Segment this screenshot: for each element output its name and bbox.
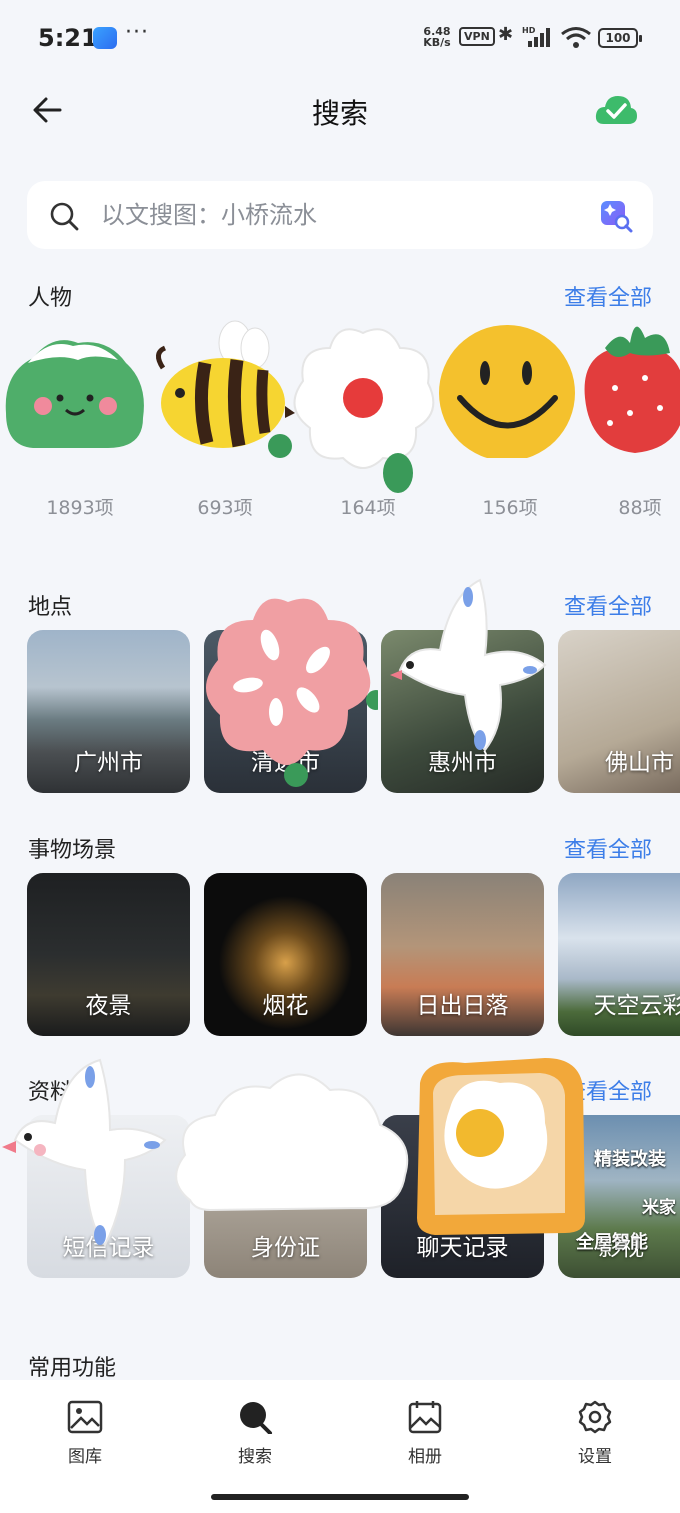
scenes-row: 夜景 烟花 日出日落 天空云彩 — [27, 873, 680, 1036]
document-label: 影视 — [598, 1235, 644, 1261]
scene-card[interactable]: 夜景 — [27, 873, 190, 1036]
common-section-title: 常用功能 — [28, 1356, 117, 1381]
person-item[interactable]: 693项 — [155, 318, 295, 519]
tab-gallery[interactable]: 图库 — [45, 1400, 125, 1467]
vpn-badge: VPN — [459, 27, 495, 46]
person-item[interactable]: 156项 — [439, 318, 580, 519]
cell-signal-icon: HD — [522, 26, 550, 47]
scene-label: 烟花 — [262, 993, 309, 1019]
person-count: 88项 — [618, 497, 662, 519]
scene-card[interactable]: 日出日落 — [381, 873, 544, 1036]
place-card[interactable]: 广州市 — [27, 630, 190, 793]
gear-icon — [578, 1400, 612, 1434]
place-card[interactable]: 惠州市 — [381, 630, 544, 793]
scenes-section-title: 事物场景 — [28, 838, 117, 863]
places-row: 广州市 清远市 惠州市 佛山市 — [27, 630, 680, 793]
tab-settings[interactable]: 设置 — [555, 1400, 635, 1467]
person-avatar — [584, 326, 680, 453]
bluetooth-icon: ✱ — [498, 24, 514, 45]
more-notifications-icon: ··· — [125, 20, 149, 45]
people-section-title: 人物 — [28, 286, 73, 311]
photo-text-renovation: 精装改装 — [594, 1149, 666, 1170]
status-time: 5:21 — [38, 24, 98, 52]
status-bar: 5:21 ··· 6.48 KB/s VPN ✱ HD 100 — [0, 0, 680, 78]
person-item[interactable]: 1893项 — [5, 318, 150, 519]
net-speed: 6.48 KB/s — [423, 25, 451, 49]
search-icon — [240, 1402, 272, 1434]
svg-text:HD: HD — [522, 26, 536, 35]
document-card[interactable]: 身份证 — [204, 1115, 367, 1278]
person-count: 156项 — [482, 497, 538, 519]
person-avatar — [293, 328, 435, 493]
document-label: 短信记录 — [62, 1235, 155, 1261]
tab-albums[interactable]: 相册 — [385, 1400, 465, 1467]
tab-label: 设置 — [578, 1447, 612, 1467]
places-see-all-link[interactable]: 查看全部 — [564, 589, 652, 621]
tab-search[interactable]: 搜索 — [215, 1400, 295, 1467]
person-count: 164项 — [340, 497, 396, 519]
person-avatar — [439, 325, 575, 458]
photo-text-brand: 米家 — [642, 1198, 676, 1218]
gallery-notification-icon — [93, 27, 117, 49]
person-item[interactable]: 164项 — [293, 318, 438, 519]
documents-section-title: 资料 — [28, 1080, 73, 1105]
place-label: 广州市 — [74, 750, 143, 776]
battery-indicator: 100 — [598, 28, 642, 48]
scene-label: 夜景 — [85, 993, 132, 1019]
wifi-icon — [561, 27, 591, 48]
scene-label: 天空云彩 — [593, 993, 680, 1019]
person-avatar — [5, 340, 144, 448]
person-avatar — [156, 320, 295, 458]
place-label: 佛山市 — [605, 750, 674, 776]
scene-card[interactable]: 天空云彩 — [558, 873, 680, 1036]
album-icon — [408, 1401, 442, 1434]
documents-row: 短信记录 身份证 聊天记录 精装改装 米家 全屋智能 影视 — [27, 1115, 680, 1278]
scene-label: 日出日落 — [416, 993, 509, 1019]
document-label: 身份证 — [251, 1235, 320, 1261]
person-item[interactable]: 88项 — [580, 318, 680, 519]
place-card[interactable]: 佛山市 — [558, 630, 680, 793]
document-card[interactable]: 聊天记录 — [381, 1115, 544, 1278]
places-section-title: 地点 — [28, 595, 73, 620]
scene-card[interactable]: 烟花 — [204, 873, 367, 1036]
person-count: 693项 — [197, 497, 253, 519]
place-card[interactable]: 清远市 — [204, 630, 367, 793]
document-card[interactable]: 精装改装 米家 全屋智能 影视 — [558, 1115, 680, 1278]
search-icon — [50, 202, 79, 231]
gallery-icon — [67, 1400, 103, 1434]
home-indicator[interactable] — [211, 1494, 469, 1500]
place-label: 清远市 — [251, 750, 320, 776]
top-bar: 搜索 — [0, 78, 680, 144]
cloud-sync-ok-icon[interactable] — [594, 92, 638, 128]
documents-see-all-link[interactable]: 查看全部 — [564, 1074, 652, 1106]
tab-label: 搜索 — [238, 1447, 272, 1467]
search-box[interactable] — [27, 181, 653, 249]
page-title: 搜索 — [311, 97, 368, 130]
search-input[interactable] — [101, 195, 581, 235]
people-list: 1893项 693项 164项 156项 88项 — [0, 318, 680, 538]
scenes-see-all-link[interactable]: 查看全部 — [564, 832, 652, 864]
person-count: 1893项 — [46, 497, 114, 519]
tab-label: 图库 — [68, 1447, 102, 1467]
image-search-icon[interactable] — [599, 199, 633, 233]
document-label: 聊天记录 — [416, 1235, 509, 1261]
document-card[interactable]: 短信记录 — [27, 1115, 190, 1278]
place-label: 惠州市 — [428, 750, 497, 776]
tab-label: 相册 — [408, 1447, 442, 1467]
